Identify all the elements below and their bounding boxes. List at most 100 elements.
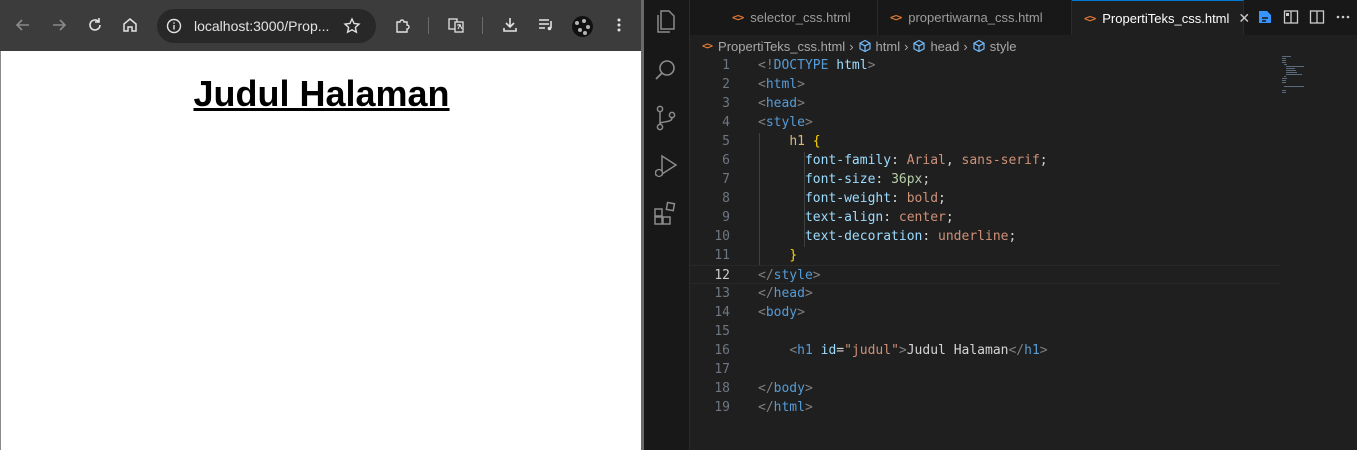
- reload-button[interactable]: [82, 12, 108, 38]
- breadcrumb-item-style[interactable]: style: [990, 39, 1017, 54]
- code-line[interactable]: 17: [690, 360, 1280, 379]
- toggle-panel-button[interactable]: [1282, 8, 1300, 26]
- code-text: <head>: [758, 94, 805, 113]
- line-number: 11: [714, 248, 730, 263]
- html-file-icon: <>: [890, 11, 902, 24]
- close-tab-icon[interactable]: ✕: [1238, 10, 1250, 27]
- code-token: html: [765, 77, 798, 92]
- code-line[interactable]: 10 text-decoration: underline;: [690, 227, 1280, 246]
- code-line[interactable]: 9 text-align: center;: [690, 208, 1280, 227]
- code-line[interactable]: 18 </body>: [690, 379, 1280, 398]
- html-file-icon: <>: [702, 40, 713, 52]
- translate-button[interactable]: [443, 12, 469, 38]
- code-line[interactable]: 11 }: [690, 246, 1280, 265]
- code-editor[interactable]: 1 <!DOCTYPE html> 2 <html> 3 <head> 4 <style> 5 …: [690, 57, 1357, 450]
- minimap-line: [1285, 72, 1297, 73]
- tab-label: selector_css.html: [750, 10, 851, 25]
- code-token: :: [891, 153, 907, 168]
- code-token: </: [758, 268, 774, 283]
- tab-selector-css[interactable]: <> selector_css.html: [720, 0, 878, 35]
- explorer-button[interactable]: [652, 7, 680, 35]
- vscode-window: <> selector_css.html <> propertiwarna_cs…: [644, 0, 1357, 450]
- extensions-view-button[interactable]: [652, 200, 680, 228]
- more-vertical-icon: [617, 18, 621, 32]
- breadcrumb-item-head[interactable]: head: [930, 39, 959, 54]
- code-token: {: [812, 134, 821, 149]
- extensions-button[interactable]: [390, 12, 416, 38]
- run-debug-button[interactable]: [652, 152, 680, 180]
- profile-avatar[interactable]: [572, 16, 593, 37]
- minimap-line: [1282, 82, 1286, 83]
- arrow-right-icon: [53, 19, 67, 31]
- minimap-line: [1284, 76, 1287, 77]
- minimap[interactable]: [1282, 56, 1322, 96]
- search-button[interactable]: [652, 56, 680, 84]
- back-button[interactable]: [10, 12, 36, 38]
- line-number: 4: [722, 115, 730, 130]
- code-token: </: [758, 286, 774, 301]
- split-editor-button[interactable]: [1308, 8, 1326, 26]
- code-text: <html>: [758, 75, 805, 94]
- downloads-button[interactable]: [497, 12, 523, 38]
- bookmark-star-icon[interactable]: [343, 17, 361, 35]
- reload-icon: [89, 18, 101, 31]
- code-text: </style>: [758, 266, 821, 285]
- minimap-line: [1284, 86, 1305, 87]
- code-line[interactable]: 15: [690, 322, 1280, 341]
- code-token: >: [1039, 343, 1048, 358]
- code-line[interactable]: 3 <head>: [690, 94, 1280, 113]
- browser-menu-button[interactable]: [606, 12, 632, 38]
- code-line[interactable]: 1 <!DOCTYPE html>: [690, 56, 1280, 75]
- code-line[interactable]: 14 <body>: [690, 303, 1280, 322]
- code-token: "judul": [844, 343, 899, 358]
- source-control-button[interactable]: [652, 104, 680, 132]
- media-control-button[interactable]: [533, 12, 559, 38]
- forward-button[interactable]: [46, 12, 72, 38]
- code-line[interactable]: 19 </html>: [690, 398, 1280, 417]
- code-token: font-size: [804, 172, 876, 187]
- code-line[interactable]: 12 </style>: [690, 265, 1280, 284]
- code-line[interactable]: 5 h1 {: [690, 132, 1280, 151]
- code-line[interactable]: 4 <style>: [690, 113, 1280, 132]
- code-token: underline: [938, 229, 1009, 244]
- site-info-icon[interactable]: [166, 18, 182, 34]
- line-number: 10: [714, 229, 730, 244]
- minimap-line: [1285, 74, 1302, 75]
- open-preview-button[interactable]: [1256, 8, 1274, 26]
- code-token: sans-serif: [961, 153, 1040, 168]
- breadcrumb-file[interactable]: PropertiTeks_css.html: [718, 39, 845, 54]
- code-line[interactable]: 8 font-weight: bold;: [690, 189, 1280, 208]
- code-token: font-weight: [804, 191, 892, 206]
- breadcrumb-item-html[interactable]: html: [876, 39, 901, 54]
- code-token: html: [773, 400, 805, 415]
- code-token: ;: [938, 191, 946, 206]
- code-token: style: [765, 115, 805, 130]
- more-actions-button[interactable]: [1334, 8, 1352, 26]
- minimap-line: [1282, 56, 1291, 57]
- code-line[interactable]: 2 <html>: [690, 75, 1280, 94]
- line-number: 8: [722, 191, 730, 206]
- tab-propertiteks-css[interactable]: <> PropertiTeks_css.html ✕: [1072, 0, 1250, 35]
- code-token: >: [898, 343, 907, 358]
- code-token: bold: [906, 191, 939, 206]
- code-token: <: [758, 96, 766, 111]
- code-token: <: [789, 343, 798, 358]
- home-button[interactable]: [117, 12, 143, 38]
- url-text: localhost:3000/Prop...: [194, 18, 330, 34]
- puzzle-icon: [396, 19, 410, 33]
- code-line[interactable]: 7 font-size: 36px;: [690, 170, 1280, 189]
- code-line[interactable]: 13 </head>: [690, 284, 1280, 303]
- tab-propertiwarna-css[interactable]: <> propertiwarna_css.html: [878, 0, 1072, 35]
- line-number: 19: [714, 400, 730, 415]
- code-token: </: [1008, 343, 1025, 358]
- code-line[interactable]: 6 font-family: Arial, sans-serif;: [690, 151, 1280, 170]
- code-line[interactable]: 16 <h1 id="judul">Judul Halaman</h1>: [690, 341, 1280, 360]
- tab-label: propertiwarna_css.html: [908, 10, 1043, 25]
- minimap-line: [1282, 78, 1287, 79]
- line-number: 12: [714, 268, 730, 283]
- address-bar[interactable]: localhost:3000/Prop...: [157, 9, 376, 43]
